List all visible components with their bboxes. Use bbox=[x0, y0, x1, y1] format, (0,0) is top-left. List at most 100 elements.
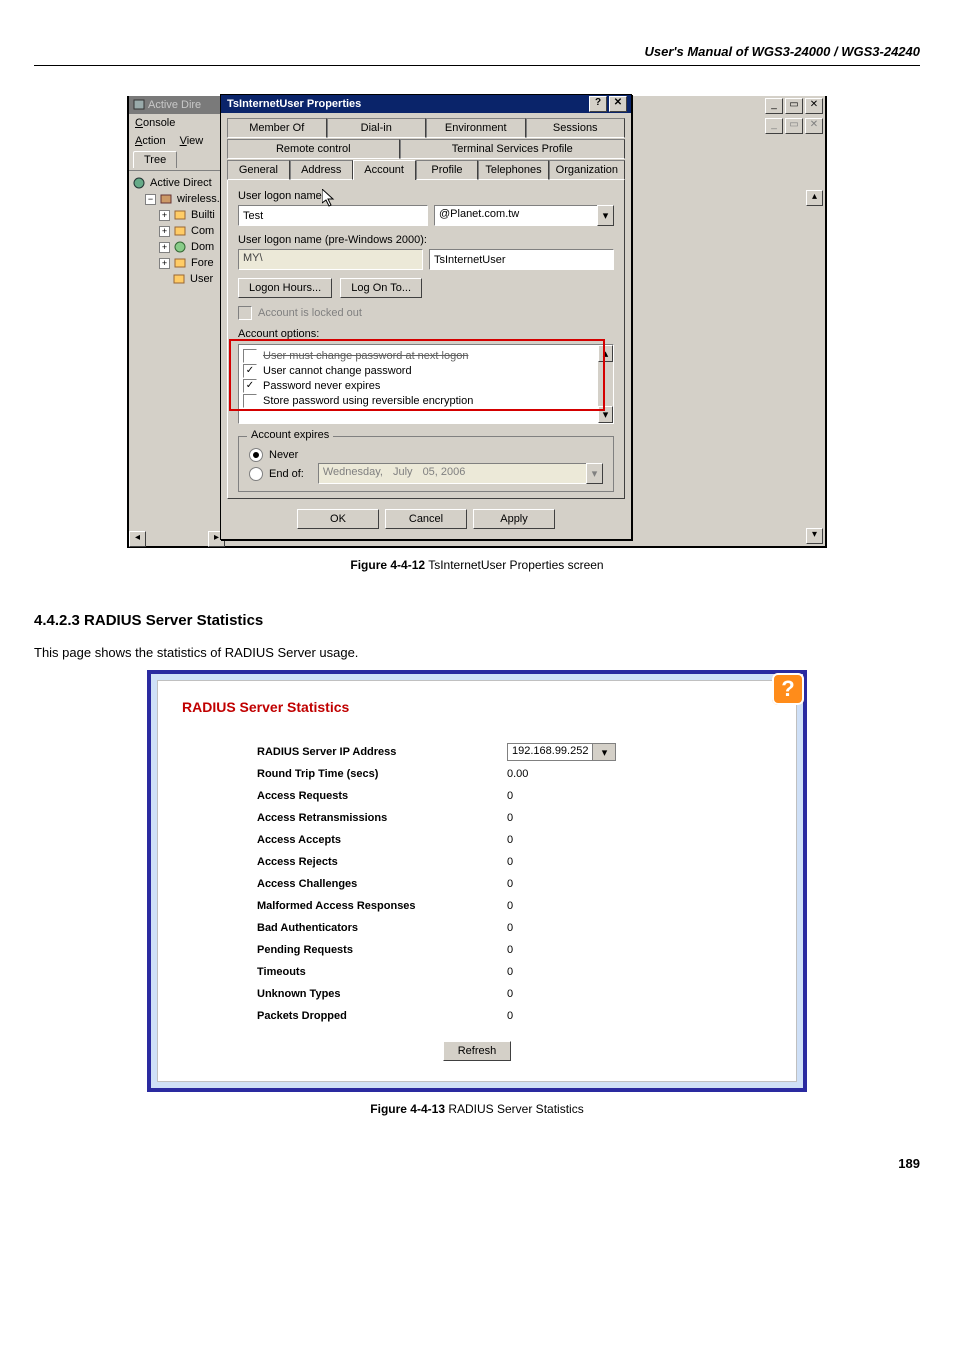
table-row: Malformed Access Responses0 bbox=[257, 895, 697, 917]
options-scroll-down-icon[interactable]: ▾ bbox=[598, 406, 613, 423]
tree-node[interactable]: Dom bbox=[191, 239, 214, 255]
stat-key: Access Challenges bbox=[257, 878, 507, 890]
dialog-close-button[interactable]: ✕ bbox=[609, 96, 627, 112]
child-close-button[interactable]: ✕ bbox=[805, 118, 823, 134]
tree-view[interactable]: Active Direct − wireless. + Builti + Com + D… bbox=[129, 171, 225, 291]
expires-never-radio[interactable] bbox=[249, 448, 263, 462]
options-scroll-up-icon[interactable]: ▴ bbox=[598, 345, 613, 362]
stat-value: 0 bbox=[507, 966, 697, 978]
scroll-down-icon[interactable]: ▾ bbox=[806, 528, 823, 544]
minimize-button[interactable]: _ bbox=[765, 98, 783, 114]
stat-value: 0 bbox=[507, 834, 697, 846]
expander-plus-icon[interactable]: + bbox=[159, 242, 170, 253]
radius-ip-select[interactable]: 192.168.99.252▾ bbox=[507, 743, 616, 761]
tab-remote-control[interactable]: Remote control bbox=[227, 139, 400, 159]
scroll-up-icon[interactable]: ▴ bbox=[806, 190, 823, 206]
stat-key: Access Rejects bbox=[257, 856, 507, 868]
cursor-icon bbox=[322, 189, 336, 207]
stat-value: 0 bbox=[507, 812, 697, 824]
tab-terminal-services-profile[interactable]: Terminal Services Profile bbox=[400, 139, 625, 159]
locked-out-label: Account is locked out bbox=[258, 307, 362, 319]
stat-key: Packets Dropped bbox=[257, 1010, 507, 1022]
expires-endof-label: End of: bbox=[269, 468, 304, 480]
logon-hours-button[interactable]: Logon Hours... bbox=[238, 278, 332, 298]
tab-account[interactable]: Account bbox=[353, 160, 416, 180]
stat-key: Access Accepts bbox=[257, 834, 507, 846]
expander-plus-icon[interactable]: + bbox=[159, 226, 170, 237]
mmc-titlebar: Active Dire bbox=[129, 96, 225, 114]
table-row: Unknown Types0 bbox=[257, 983, 697, 1005]
stat-key: Round Trip Time (secs) bbox=[257, 768, 507, 780]
stat-key: Access Retransmissions bbox=[257, 812, 507, 824]
refresh-button[interactable]: Refresh bbox=[443, 1041, 512, 1061]
stat-value: 0 bbox=[507, 900, 697, 912]
tab-member-of[interactable]: Member Of bbox=[227, 118, 327, 138]
cancel-button[interactable]: Cancel bbox=[385, 509, 467, 529]
tree-node[interactable]: Com bbox=[191, 223, 214, 239]
tab-telephones[interactable]: Telephones bbox=[478, 160, 548, 180]
stat-key: Bad Authenticators bbox=[257, 922, 507, 934]
expander-minus-icon[interactable]: − bbox=[145, 194, 156, 205]
log-on-to-button[interactable]: Log On To... bbox=[340, 278, 422, 298]
sam-label: User logon name (pre-Windows 2000): bbox=[238, 234, 614, 246]
tab-profile[interactable]: Profile bbox=[416, 160, 479, 180]
domain-icon bbox=[160, 193, 173, 205]
menu-console[interactable]: Console bbox=[135, 117, 175, 129]
dropdown-arrow-icon[interactable]: ▾ bbox=[597, 205, 614, 226]
expander-plus-icon[interactable]: + bbox=[159, 210, 170, 221]
mmc-title: Active Dire bbox=[146, 99, 221, 111]
tab-organization[interactable]: Organization bbox=[549, 160, 625, 180]
help-button[interactable]: ? bbox=[589, 96, 607, 112]
folder-icon bbox=[174, 209, 187, 221]
opt-never-expires-checkbox[interactable]: ✓ bbox=[243, 379, 257, 393]
radius-heading: RADIUS Server Statistics bbox=[182, 699, 772, 715]
tab-environment[interactable]: Environment bbox=[426, 118, 526, 138]
table-row: Packets Dropped0 bbox=[257, 1005, 697, 1027]
tree-domain[interactable]: wireless. bbox=[177, 191, 220, 207]
table-row: Access Rejects0 bbox=[257, 851, 697, 873]
tree-node[interactable]: User bbox=[190, 271, 213, 287]
stat-key: Timeouts bbox=[257, 966, 507, 978]
opt-never-expires-label: Password never expires bbox=[263, 380, 380, 392]
upn-suffix-select[interactable]: @Planet.com.tw bbox=[434, 205, 597, 226]
opt-reversible-checkbox[interactable] bbox=[243, 394, 257, 408]
mmc-icon bbox=[133, 99, 146, 111]
tab-dial-in[interactable]: Dial-in bbox=[327, 118, 427, 138]
tree-root[interactable]: Active Direct bbox=[150, 175, 212, 191]
close-button[interactable]: ✕ bbox=[805, 98, 823, 114]
child-restore-button[interactable]: ▭ bbox=[785, 118, 803, 134]
stat-value: 0 bbox=[507, 878, 697, 890]
tree-node[interactable]: Fore bbox=[191, 255, 214, 271]
tab-general[interactable]: General bbox=[227, 160, 290, 180]
section-title: 4.4.2.3 RADIUS Server Statistics bbox=[34, 612, 920, 629]
expires-endof-radio[interactable] bbox=[249, 467, 263, 481]
maximize-button[interactable]: ▭ bbox=[785, 98, 803, 114]
child-minimize-button[interactable]: _ bbox=[765, 118, 783, 134]
sam-user-input[interactable] bbox=[429, 249, 614, 270]
menu-view[interactable]: View bbox=[180, 135, 204, 147]
apply-button[interactable]: Apply bbox=[473, 509, 555, 529]
tab-address[interactable]: Address bbox=[290, 160, 353, 180]
tree-node[interactable]: Builti bbox=[191, 207, 215, 223]
upn-input[interactable] bbox=[238, 205, 428, 226]
table-row: Timeouts0 bbox=[257, 961, 697, 983]
help-icon[interactable]: ? bbox=[772, 673, 804, 705]
expander-plus-icon[interactable]: + bbox=[159, 258, 170, 269]
stat-value: 0 bbox=[507, 790, 697, 802]
stat-key: Unknown Types bbox=[257, 988, 507, 1000]
opt-cannot-change-checkbox[interactable]: ✓ bbox=[243, 364, 257, 378]
table-row: Pending Requests0 bbox=[257, 939, 697, 961]
dropdown-arrow-icon[interactable]: ▾ bbox=[592, 744, 615, 760]
tab-sessions[interactable]: Sessions bbox=[526, 118, 626, 138]
tree-tab[interactable]: Tree bbox=[133, 151, 177, 168]
expires-never-label: Never bbox=[269, 449, 298, 461]
opt-must-change-checkbox[interactable] bbox=[243, 349, 257, 363]
ok-button[interactable]: OK bbox=[297, 509, 379, 529]
menu-action[interactable]: Action bbox=[135, 135, 166, 147]
account-options-label: Account options: bbox=[238, 328, 614, 340]
account-options-list[interactable]: User must change password at next logon … bbox=[238, 344, 614, 424]
scroll-left-icon[interactable]: ◂ bbox=[129, 531, 146, 547]
stat-value: 0 bbox=[507, 856, 697, 868]
table-row: Bad Authenticators0 bbox=[257, 917, 697, 939]
table-row: Access Retransmissions0 bbox=[257, 807, 697, 829]
